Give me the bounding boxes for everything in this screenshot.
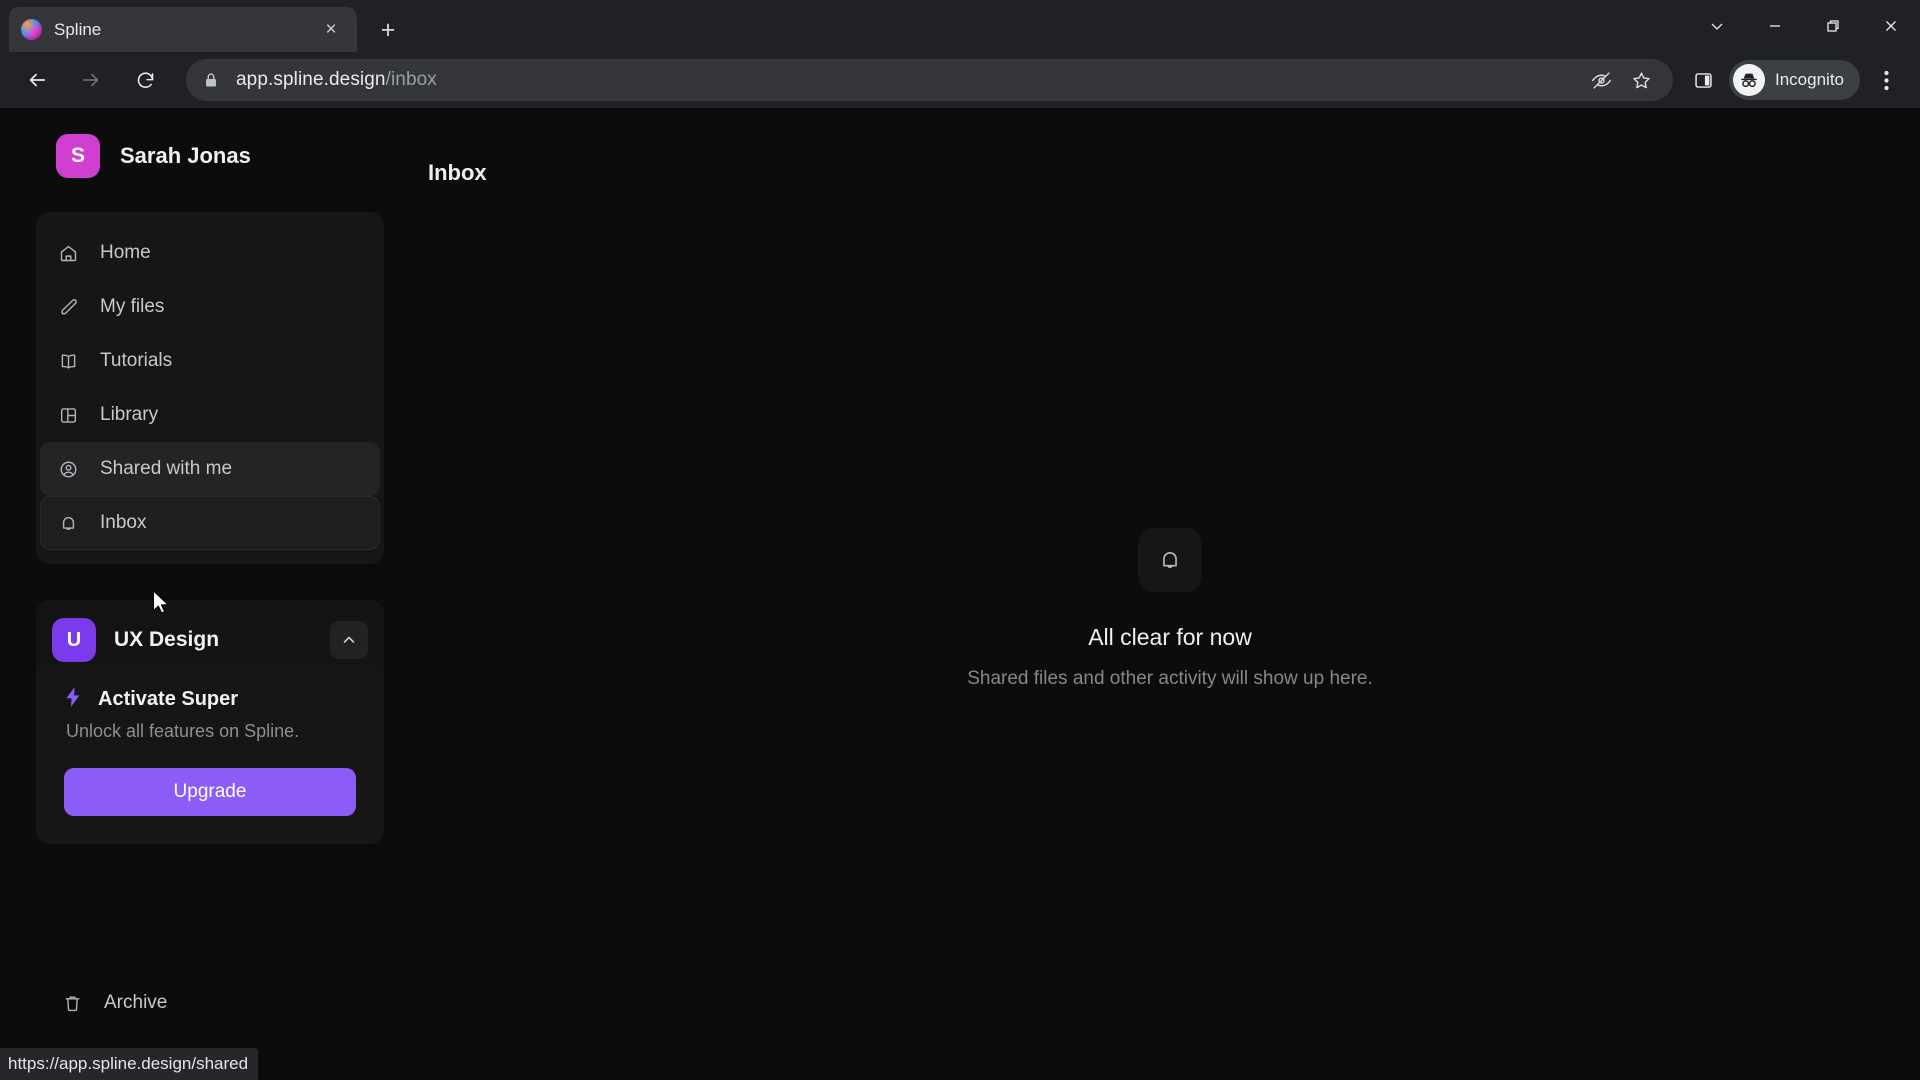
sidebar-item-my-files[interactable]: My files xyxy=(40,280,380,334)
super-subtitle: Unlock all features on Spline. xyxy=(66,721,300,741)
url-path: /inbox xyxy=(385,69,437,90)
team-row[interactable]: U UX Design xyxy=(52,618,368,662)
team-name: UX Design xyxy=(114,628,220,651)
primary-nav: Home My files Tutorials Library Shared w… xyxy=(36,212,384,564)
pencil-icon xyxy=(58,297,90,318)
bell-icon xyxy=(58,513,90,534)
back-arrow-icon[interactable] xyxy=(15,58,59,102)
book-icon xyxy=(58,351,90,372)
empty-state: All clear for now Shared files and other… xyxy=(420,528,1920,690)
status-bar: https://app.spline.design/shared xyxy=(0,1048,259,1080)
user-circle-icon xyxy=(58,459,90,480)
home-icon xyxy=(58,243,90,264)
close-window-icon[interactable] xyxy=(1862,0,1920,52)
sidebar: S Sarah Jonas Home My files Tutorials Li… xyxy=(0,108,420,1080)
upgrade-button[interactable]: Upgrade xyxy=(64,768,356,816)
spline-sphere-icon xyxy=(21,19,42,40)
star-icon[interactable] xyxy=(1623,62,1659,98)
sidebar-item-label: Inbox xyxy=(100,512,147,533)
bolt-icon xyxy=(64,686,82,712)
sidebar-item-label: Tutorials xyxy=(100,350,173,371)
browser-tab[interactable]: Spline × xyxy=(9,7,357,52)
minimize-icon[interactable] xyxy=(1746,0,1804,52)
sidebar-item-home[interactable]: Home xyxy=(40,226,380,280)
super-title: Activate Super xyxy=(98,687,239,710)
reload-icon[interactable] xyxy=(123,58,167,102)
new-tab-button[interactable]: + xyxy=(371,13,405,47)
profile-button[interactable]: Incognito xyxy=(1729,60,1860,100)
team-avatar: U xyxy=(52,618,96,662)
url-text: app.spline.design/inbox xyxy=(236,69,437,91)
super-heading: Activate Super xyxy=(64,686,356,712)
eye-slash-icon[interactable] xyxy=(1583,62,1619,98)
bell-icon xyxy=(1138,528,1202,592)
window-controls xyxy=(1688,0,1920,52)
browser-toolbar: app.spline.design/inbox Incognito xyxy=(0,52,1920,108)
empty-state-subtitle: Shared files and other activity will sho… xyxy=(967,668,1373,689)
trash-icon xyxy=(62,993,94,1014)
sidebar-item-label: Home xyxy=(100,242,151,263)
activate-super-card: Activate Super Unlock all features on Sp… xyxy=(36,664,384,844)
restore-icon[interactable] xyxy=(1804,0,1862,52)
sidebar-item-inbox[interactable]: Inbox xyxy=(40,496,380,550)
page-title: Inbox xyxy=(428,160,487,185)
sidebar-item-label: Shared with me xyxy=(100,458,233,479)
omnibox-actions xyxy=(1583,62,1659,98)
user-profile[interactable]: S Sarah Jonas xyxy=(36,108,384,204)
url-domain: app.spline.design xyxy=(236,69,386,90)
status-bar-url: https://app.spline.design/shared xyxy=(8,1054,249,1073)
sidebar-item-library[interactable]: Library xyxy=(40,388,380,442)
three-dot-menu-icon[interactable] xyxy=(1866,58,1906,102)
avatar: S xyxy=(56,134,100,178)
toolbar-right: Incognito xyxy=(1683,58,1910,102)
layout-icon xyxy=(58,405,90,426)
close-icon[interactable]: × xyxy=(317,16,345,44)
address-bar[interactable]: app.spline.design/inbox xyxy=(186,59,1673,101)
browser-chrome: Spline × + app.spline.design/inbox Incog… xyxy=(0,0,1920,108)
tab-title: Spline xyxy=(54,19,102,39)
sidebar-item-label: Archive xyxy=(104,992,168,1013)
sidebar-item-archive[interactable]: Archive xyxy=(40,976,380,1030)
side-panel-icon[interactable] xyxy=(1683,60,1723,100)
sidebar-item-label: My files xyxy=(100,296,165,317)
chevron-up-icon[interactable] xyxy=(330,621,368,659)
collapse-chevron-icon[interactable] xyxy=(1688,0,1746,52)
empty-state-title: All clear for now xyxy=(1088,624,1252,650)
incognito-icon xyxy=(1733,64,1765,96)
sidebar-item-shared-with-me[interactable]: Shared with me xyxy=(40,442,380,496)
sidebar-item-label: Library xyxy=(100,404,159,425)
sidebar-item-tutorials[interactable]: Tutorials xyxy=(40,334,380,388)
tab-strip: Spline × + xyxy=(0,0,1920,52)
main-content: Inbox All clear for now Shared files and… xyxy=(420,108,1920,1080)
app-viewport: S Sarah Jonas Home My files Tutorials Li… xyxy=(0,108,1920,1080)
profile-label: Incognito xyxy=(1775,70,1844,89)
forward-arrow-icon[interactable] xyxy=(69,58,113,102)
lock-icon xyxy=(200,72,222,88)
user-name: Sarah Jonas xyxy=(120,143,251,168)
